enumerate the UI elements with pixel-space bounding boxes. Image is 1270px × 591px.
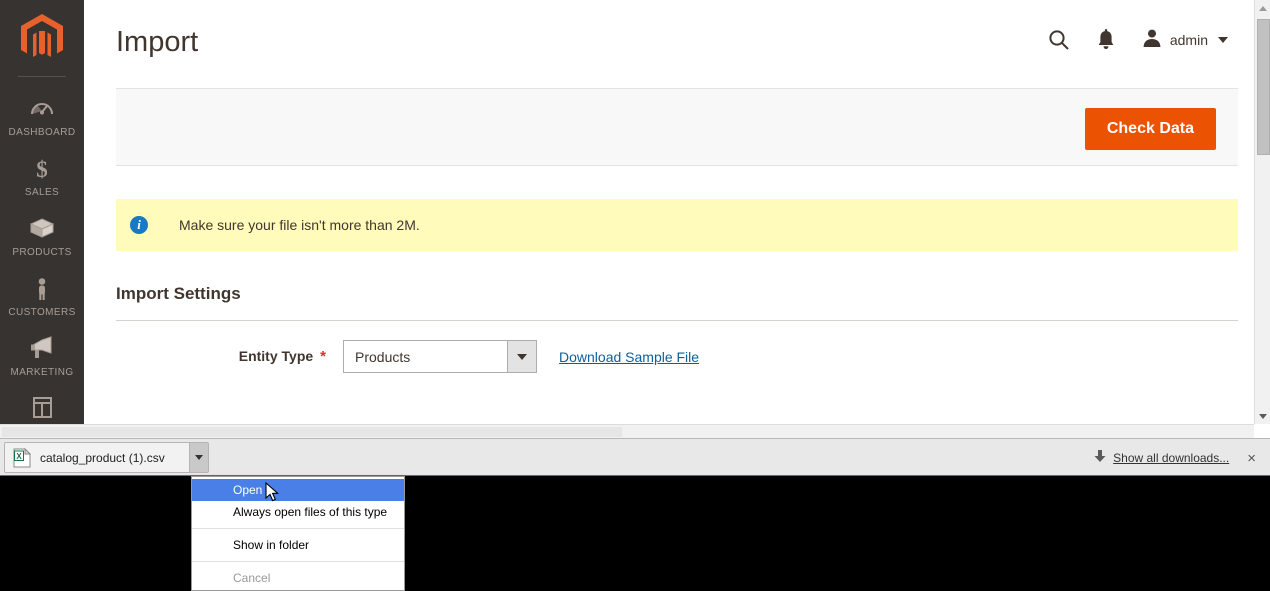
download-arrow-icon bbox=[1094, 449, 1106, 468]
sidebar-item-sales[interactable]: $ SALES bbox=[0, 147, 84, 207]
sidebar-item-label: CUSTOMERS bbox=[8, 307, 76, 318]
chevron-down-icon bbox=[1218, 36, 1228, 43]
notice-message: i Make sure your file isn't more than 2M… bbox=[116, 199, 1238, 251]
download-context-menu: Open Always open files of this type Show… bbox=[191, 476, 405, 591]
sidebar-item-marketing[interactable]: MARKETING bbox=[0, 327, 84, 387]
page-title: Import bbox=[116, 26, 199, 58]
sidebar-item-customers[interactable]: CUSTOMERS bbox=[0, 267, 84, 327]
entity-type-selected-value: Products bbox=[355, 348, 411, 365]
required-asterisk: * bbox=[320, 348, 326, 365]
context-menu-separator bbox=[192, 561, 404, 562]
download-item[interactable]: X catalog_product (1).csv bbox=[4, 442, 209, 473]
search-icon[interactable] bbox=[1048, 29, 1070, 51]
download-sample-file-link[interactable]: Download Sample File bbox=[559, 349, 699, 365]
bell-icon[interactable] bbox=[1096, 28, 1116, 51]
entity-type-label-text: Entity Type bbox=[238, 348, 314, 364]
header-tools: admin bbox=[1048, 28, 1228, 51]
info-icon: i bbox=[130, 216, 148, 234]
vertical-scrollbar-thumb[interactable] bbox=[1257, 19, 1270, 155]
show-all-downloads-label: Show all downloads... bbox=[1113, 451, 1230, 465]
download-shelf-actions: Show all downloads... × bbox=[1094, 439, 1260, 477]
section-divider bbox=[116, 320, 1238, 321]
browser-viewport: DASHBOARD $ SALES PRODUCTS CUSTOMERS MAR… bbox=[0, 0, 1270, 438]
csv-file-icon: X bbox=[13, 447, 32, 468]
screen-root: DASHBOARD $ SALES PRODUCTS CUSTOMERS MAR… bbox=[0, 0, 1270, 591]
chevron-down-icon bbox=[517, 353, 527, 360]
sidebar-item-label: MARKETING bbox=[10, 367, 74, 378]
sidebar-item-label: DASHBOARD bbox=[8, 127, 76, 138]
entity-type-field-row: Entity Type * Products Download Sample Fi… bbox=[116, 340, 1116, 373]
admin-header: Import admin bbox=[84, 0, 1254, 86]
scroll-up-arrow-icon[interactable] bbox=[1255, 0, 1270, 16]
svg-text:$: $ bbox=[36, 157, 48, 182]
page-actions-toolbar: Check Data bbox=[116, 88, 1238, 166]
close-icon[interactable]: × bbox=[1243, 450, 1260, 467]
horizontal-scrollbar-thumb[interactable] bbox=[2, 427, 622, 437]
sidebar-item-products[interactable]: PRODUCTS bbox=[0, 207, 84, 267]
horizontal-scrollbar[interactable] bbox=[0, 424, 1254, 438]
vertical-scrollbar[interactable] bbox=[1254, 0, 1270, 424]
sidebar-item-label: PRODUCTS bbox=[12, 247, 72, 258]
magento-logo-icon bbox=[21, 14, 63, 57]
scroll-down-arrow-icon[interactable] bbox=[1255, 408, 1270, 424]
download-item-menu-button[interactable] bbox=[189, 443, 208, 472]
sidebar-item-label: SALES bbox=[24, 187, 60, 198]
context-menu-separator bbox=[192, 528, 404, 529]
admin-sidebar: DASHBOARD $ SALES PRODUCTS CUSTOMERS MAR… bbox=[0, 0, 84, 438]
admin-main-content: Import admin Check Data i Make sure your… bbox=[84, 0, 1254, 438]
chevron-down-icon bbox=[195, 455, 203, 460]
context-menu-item-show-in-folder[interactable]: Show in folder bbox=[192, 534, 404, 556]
notice-text: Make sure your file isn't more than 2M. bbox=[179, 217, 420, 233]
dollar-sign-icon: $ bbox=[2, 156, 82, 182]
box-icon bbox=[2, 216, 82, 242]
admin-user-menu[interactable]: admin bbox=[1142, 28, 1228, 51]
context-menu-item-open[interactable]: Open bbox=[192, 479, 404, 501]
person-icon bbox=[2, 276, 82, 302]
admin-user-label: admin bbox=[1169, 31, 1208, 48]
layout-page-icon bbox=[2, 396, 82, 422]
show-all-downloads-button[interactable]: Show all downloads... bbox=[1094, 449, 1229, 468]
user-avatar-icon bbox=[1142, 28, 1162, 51]
megaphone-icon bbox=[2, 336, 82, 362]
download-shelf: X catalog_product (1).csv Show all downl… bbox=[0, 438, 1270, 476]
magento-logo[interactable] bbox=[0, 0, 84, 76]
sidebar-divider bbox=[18, 76, 66, 77]
check-data-button[interactable]: Check Data bbox=[1084, 108, 1216, 150]
import-settings-heading: Import Settings bbox=[116, 284, 241, 303]
entity-type-label: Entity Type * bbox=[116, 348, 326, 365]
sidebar-item-dashboard[interactable]: DASHBOARD bbox=[0, 87, 84, 147]
context-menu-item-always-open[interactable]: Always open files of this type bbox=[192, 501, 404, 523]
download-file-name: catalog_product (1).csv bbox=[40, 450, 165, 465]
context-menu-item-cancel: Cancel bbox=[233, 571, 271, 585]
svg-text:X: X bbox=[16, 452, 22, 461]
entity-type-select[interactable]: Products bbox=[343, 340, 537, 373]
select-dropdown-button[interactable] bbox=[507, 341, 536, 372]
dashboard-gauge-icon bbox=[2, 96, 82, 122]
